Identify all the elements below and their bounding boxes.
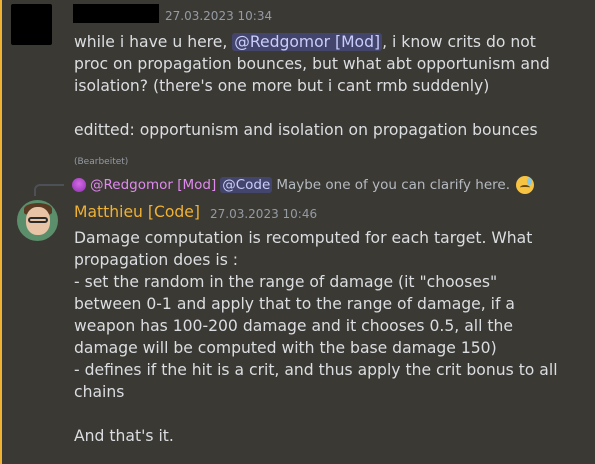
- author-name[interactable]: Matthieu [Code]: [74, 203, 200, 221]
- message-line: proc on propagation bounces, but what ab…: [74, 55, 550, 73]
- message-line: - defines if the hit is a crit, and thus…: [74, 361, 558, 379]
- avatar-glasses: [28, 217, 48, 223]
- message-line: editted: opportunism and isolation on pr…: [74, 121, 538, 139]
- message-timestamp: 27.03.2023 10:34: [165, 9, 273, 23]
- message-timestamp: 27.03.2023 10:46: [210, 207, 318, 221]
- message-line: weapon has 100-200 damage and it chooses…: [74, 317, 513, 335]
- message-content: while i have u here, @Redgomor [Mod], i …: [74, 31, 584, 141]
- reply-author[interactable]: @Redgomor [Mod]: [90, 177, 216, 193]
- message-line: while i have u here, @Redgomor [Mod], i …: [74, 31, 584, 53]
- message-content: Damage computation is recomputed for eac…: [74, 227, 584, 447]
- message-text: , i know crits do not: [382, 33, 536, 51]
- reply-preview[interactable]: @Redgomor [Mod] @Code Maybe one of you c…: [72, 175, 534, 195]
- message-line: chains: [74, 383, 125, 401]
- edited-label: (Bearbeitet): [74, 157, 129, 167]
- reply-avatar-icon: [72, 178, 86, 192]
- mention-highlight-bar: [0, 0, 2, 464]
- message-line: between 0-1 and apply that to the range …: [74, 295, 515, 313]
- author-name-redacted[interactable]: [73, 4, 159, 23]
- message-line: propagation does is :: [74, 251, 239, 269]
- role-mention[interactable]: @Code: [220, 177, 273, 193]
- message-line: Damage computation is recomputed for eac…: [74, 229, 533, 247]
- avatar[interactable]: [11, 4, 52, 45]
- reply-spine: [34, 184, 64, 196]
- avatar[interactable]: [17, 200, 58, 241]
- message-text: while i have u here,: [74, 33, 233, 51]
- message-line: [74, 97, 584, 119]
- message-line: damage will be computed with the base da…: [74, 339, 497, 357]
- user-mention[interactable]: @Redgomor [Mod]: [232, 33, 383, 51]
- message-line: isolation? (there's one more but i cant …: [74, 77, 490, 95]
- message-line: [74, 403, 584, 425]
- message-line: And that's it.: [74, 427, 174, 445]
- message-line: - set the random in the range of damage …: [74, 273, 498, 291]
- sweat-smile-emoji-icon: [516, 176, 534, 194]
- reply-text: Maybe one of you can clarify here.: [276, 177, 510, 193]
